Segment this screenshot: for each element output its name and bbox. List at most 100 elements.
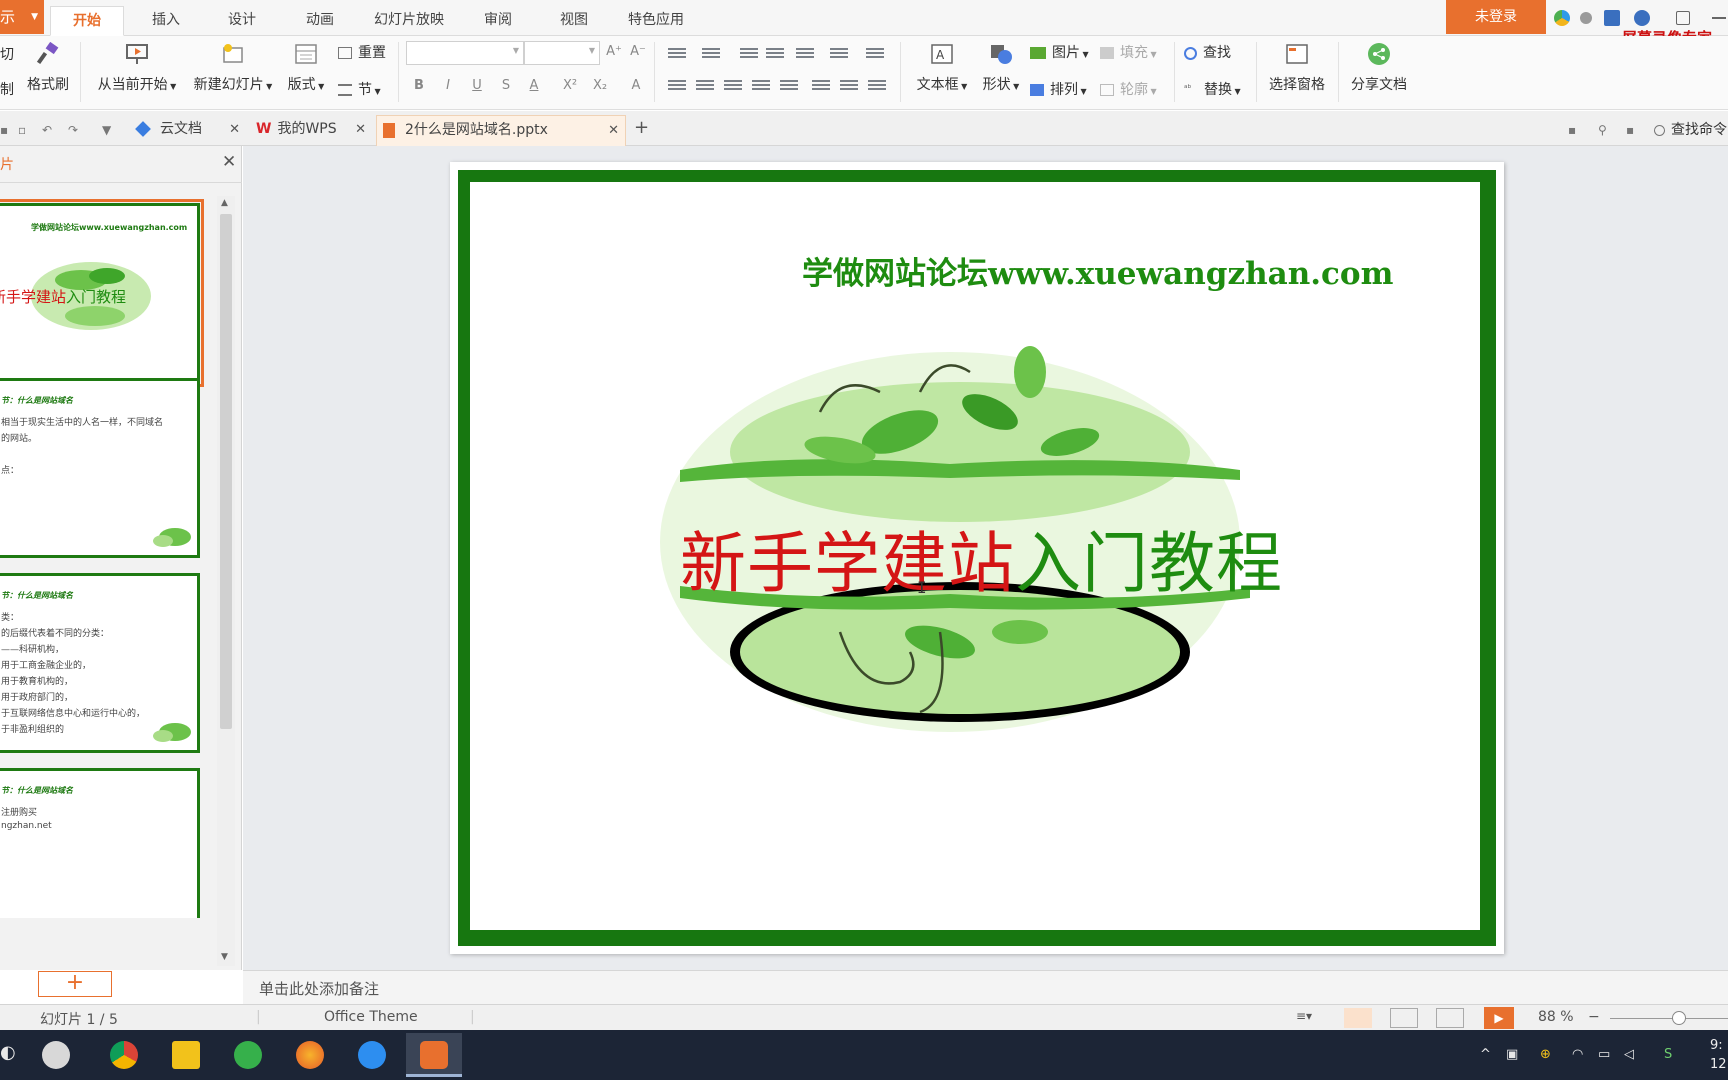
share-doc-button[interactable]: 分享文档 xyxy=(1346,42,1412,94)
tab-design[interactable]: 设计 xyxy=(216,6,268,36)
find-button[interactable]: 查找 xyxy=(1184,42,1231,62)
shadow-icon[interactable]: S xyxy=(498,78,514,93)
numbering-icon[interactable] xyxy=(702,46,720,60)
slides-pane-tab[interactable]: 片 xyxy=(0,154,14,174)
close-icon[interactable]: ✕ xyxy=(355,115,366,144)
columns-icon[interactable] xyxy=(868,78,886,92)
sorter-view-icon[interactable] xyxy=(1390,1008,1418,1028)
text-direction-icon[interactable] xyxy=(796,46,814,60)
align-text-icon[interactable] xyxy=(830,46,848,60)
tab-special[interactable]: 特色应用 xyxy=(620,6,692,36)
justify-icon[interactable] xyxy=(752,78,770,92)
slide-thumbnail-1[interactable]: 学做网站论坛www.xuewangzhan.com 新手学建站入门教程 xyxy=(0,199,204,387)
slide-thumbnail-4[interactable]: 节：什么是网站域名 注册购买 ngzhan.net xyxy=(0,768,200,918)
wifi-icon[interactable]: ◠ xyxy=(1572,1047,1583,1062)
help-icon[interactable] xyxy=(1634,10,1650,26)
align-left-icon[interactable] xyxy=(668,78,686,92)
new-tab-icon[interactable]: + xyxy=(634,117,649,138)
login-button[interactable]: 未登录 xyxy=(1446,0,1546,34)
task-firefox[interactable] xyxy=(282,1033,338,1077)
save-icon[interactable]: ▪ xyxy=(0,123,8,137)
search-command[interactable]: 查找命令 xyxy=(1654,119,1727,139)
scroll-thumb[interactable] xyxy=(220,214,232,729)
shape-button[interactable]: 形状 ▼ xyxy=(976,42,1026,94)
scroll-up-icon[interactable]: ▲ xyxy=(221,198,228,208)
doc-icon[interactable] xyxy=(1604,10,1620,26)
align-center-icon[interactable] xyxy=(696,78,714,92)
slide-thumbnail-2[interactable]: 节：什么是网站域名 相当于现实生活中的人名一样，不同域名 的网站。 点： xyxy=(0,378,200,558)
para-spacing-icon[interactable] xyxy=(840,78,858,92)
zoom-slider-handle[interactable] xyxy=(1672,1011,1686,1025)
bullets-icon[interactable] xyxy=(668,46,686,60)
window-icon[interactable]: ▪ xyxy=(1568,123,1576,137)
tab-home[interactable]: 开始 xyxy=(50,6,124,36)
tab-my-wps[interactable]: W 我的WPS ✕ xyxy=(252,115,372,146)
subscript-icon[interactable]: X₂ xyxy=(592,78,608,93)
fill-button[interactable]: 填充 ▼ xyxy=(1100,42,1157,62)
search-icon[interactable]: ◐ xyxy=(0,1042,16,1063)
slide-title[interactable]: 新手学建站入门教程 xyxy=(680,510,1283,606)
tray-recorder-icon[interactable]: ▣ xyxy=(1506,1047,1518,1062)
undo-icon[interactable]: ↶ xyxy=(42,123,52,137)
task-browser-360[interactable] xyxy=(220,1033,276,1077)
skin-icon[interactable] xyxy=(1554,10,1570,26)
tab-insert[interactable]: 插入 xyxy=(140,6,192,36)
underline-icon[interactable]: U xyxy=(469,78,485,93)
thumbnail-scrollbar[interactable]: ▲ ▼ xyxy=(217,196,235,966)
reading-view-icon[interactable] xyxy=(1436,1008,1464,1028)
picture-button[interactable]: 图片 ▼ xyxy=(1030,42,1089,62)
slide-thumbnail-3[interactable]: 节：什么是网站域名 类： 的后缀代表着不同的分类： ——科研机构， 用于工商金融… xyxy=(0,573,200,753)
minimize-icon[interactable] xyxy=(1712,17,1726,19)
close-icon[interactable]: ✕ xyxy=(229,115,240,144)
feedback-icon[interactable]: ▪ xyxy=(1626,123,1634,137)
align-right-icon[interactable] xyxy=(724,78,742,92)
play-slideshow-icon[interactable]: ▶ xyxy=(1484,1007,1514,1029)
distribute-icon[interactable] xyxy=(780,78,798,92)
taskbar-clock[interactable]: 9: 12 xyxy=(1710,1036,1727,1074)
font-name-select[interactable]: ▼ xyxy=(406,41,524,65)
print-preview-icon[interactable]: ▫ xyxy=(18,123,26,137)
arrange-button[interactable]: 排列 ▼ xyxy=(1030,79,1087,99)
line-spacing-icon[interactable] xyxy=(812,78,830,92)
app-menu-button[interactable]: 示 ▼ xyxy=(0,0,44,34)
section-button[interactable]: 节 ▼ xyxy=(338,79,381,99)
pin-icon[interactable]: ⚲ xyxy=(1598,123,1607,137)
grow-font-icon[interactable]: A⁺ xyxy=(606,44,622,59)
font-size-select[interactable]: ▼ xyxy=(524,41,600,65)
textbox-button[interactable]: A 文本框 ▼ xyxy=(912,42,972,94)
close-icon[interactable]: ✕ xyxy=(608,116,619,145)
tray-s-icon[interactable]: S xyxy=(1664,1047,1672,1062)
cut-button[interactable]: 剪切 xyxy=(0,44,14,64)
task-wps-presentation[interactable] xyxy=(406,1033,462,1077)
redo-icon[interactable]: ↷ xyxy=(68,123,78,137)
zoom-slider[interactable] xyxy=(1610,1018,1728,1019)
task-app-1[interactable] xyxy=(28,1033,84,1077)
tab-current-doc[interactable]: 2什么是网站域名.pptx ✕ xyxy=(376,115,626,146)
volume-icon[interactable]: ◁ xyxy=(1624,1047,1634,1062)
slide-canvas[interactable]: 学做网站论坛www.xuewangzhan.com 新手学建站入门教程 xyxy=(450,162,1504,954)
tab-slideshow[interactable]: 幻灯片放映 xyxy=(366,6,452,36)
settings-icon[interactable] xyxy=(1580,12,1592,24)
normal-view-icon[interactable] xyxy=(1344,1008,1372,1028)
chevron-down-icon[interactable]: ▼ xyxy=(102,123,111,137)
outline-button[interactable]: 轮廓 ▼ xyxy=(1100,79,1157,99)
close-icon[interactable]: ✕ xyxy=(222,152,236,172)
from-current-button[interactable]: 从当前开始 ▼ xyxy=(92,42,182,94)
superscript-icon[interactable]: X² xyxy=(562,78,578,93)
task-chrome[interactable] xyxy=(96,1033,152,1077)
notes-area[interactable]: 单击此处添加备注 xyxy=(243,970,1728,1004)
battery-icon[interactable]: ▭ xyxy=(1598,1047,1610,1062)
copy-button[interactable]: 复制 xyxy=(0,79,14,99)
restore-window-icon[interactable] xyxy=(1676,11,1690,25)
replace-button[interactable]: ᵃᵇ 替换 ▼ xyxy=(1184,79,1241,99)
new-slide-button[interactable]: 新建幻灯片 ▼ xyxy=(188,42,278,94)
slide-subtitle[interactable]: 学做网站论坛www.xuewangzhan.com xyxy=(802,248,1393,293)
increase-indent-icon[interactable] xyxy=(766,46,784,60)
task-qq-browser[interactable] xyxy=(344,1033,400,1077)
zoom-out-icon[interactable]: − xyxy=(1588,1009,1600,1025)
decrease-indent-icon[interactable] xyxy=(740,46,758,60)
shrink-font-icon[interactable]: A⁻ xyxy=(630,44,646,59)
tab-cloud-docs[interactable]: 云文档 ✕ xyxy=(128,115,246,146)
notes-toggle-icon[interactable]: ≡▾ xyxy=(1296,1009,1312,1023)
layout-button[interactable]: 版式 ▼ xyxy=(284,42,328,94)
